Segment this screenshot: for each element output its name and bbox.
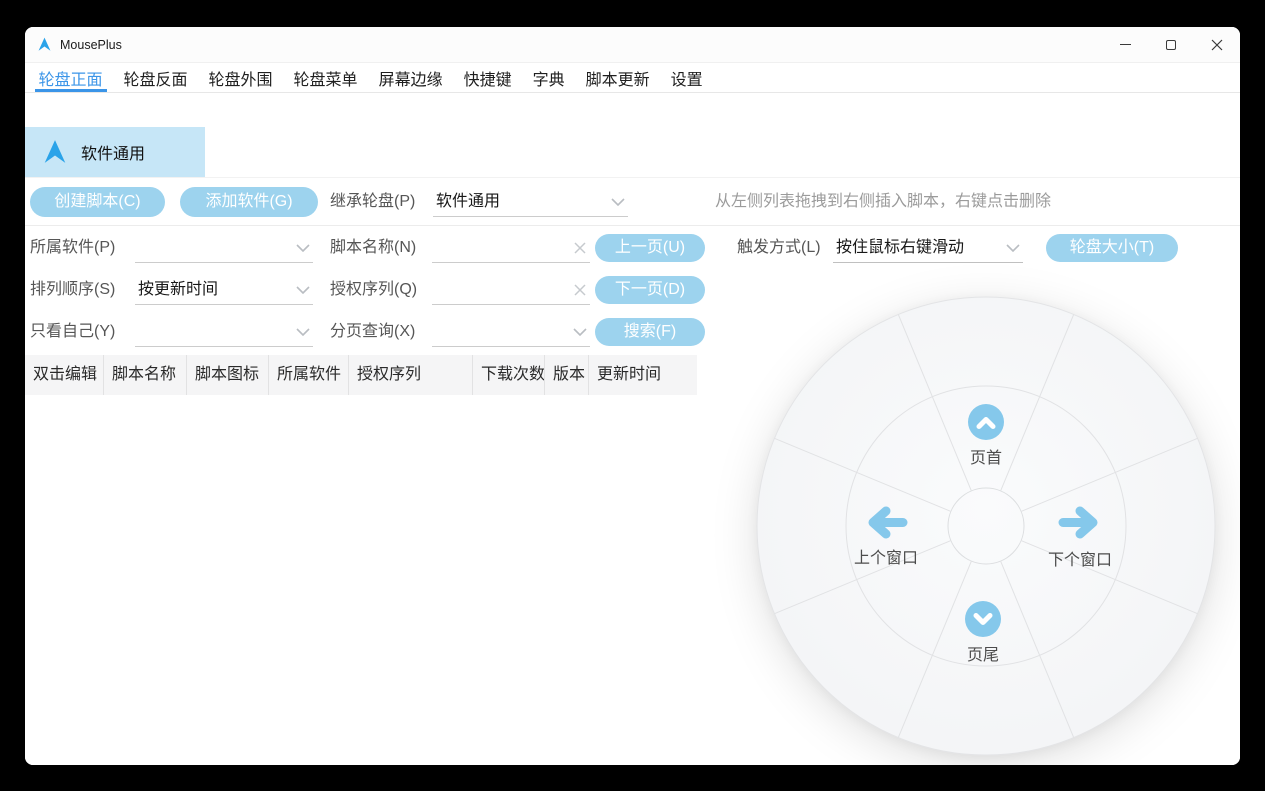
clear-x-icon[interactable] [574, 284, 586, 296]
page-query-label: 分页查询(X) [330, 317, 415, 347]
arrow-right-icon [1058, 504, 1102, 541]
content-area: 软件通用 创建脚本(C) 添加软件(G) 继承轮盘(P) 软件通用 从左侧列表拖… [25, 93, 1240, 765]
window-controls [1102, 27, 1240, 62]
only-mine-select[interactable] [135, 317, 313, 347]
next-page-button[interactable]: 下一页(D) [595, 276, 705, 304]
screen: MousePlus 轮盘正面 轮盘反面 轮盘外围 轮盘菜单 屏幕边缘 快捷键 字… [0, 0, 1265, 791]
main-tab-bar: 轮盘正面 轮盘反面 轮盘外围 轮盘菜单 屏幕边缘 快捷键 字典 脚本更新 设置 [25, 63, 1240, 93]
chevron-down-icon [611, 198, 625, 206]
chevron-down-icon [296, 328, 310, 336]
app-logo-icon [42, 139, 68, 165]
wheel-size-button[interactable]: 轮盘大小(T) [1046, 234, 1178, 262]
window-title: MousePlus [60, 38, 122, 52]
chevron-down-icon [1006, 244, 1020, 252]
wheel-rings [751, 291, 1221, 761]
title-bar: MousePlus [25, 27, 1240, 63]
prev-page-button[interactable]: 上一页(U) [595, 234, 705, 262]
col-owner-software: 所属软件 [269, 355, 349, 395]
trigger-mode-value: 按住鼠标右键滑动 [836, 239, 964, 256]
license-series-input[interactable] [435, 276, 559, 304]
wheel-label-left: 上个窗口 [826, 544, 946, 568]
sort-order-select[interactable]: 按更新时间 [135, 275, 313, 305]
inherit-wheel-select[interactable]: 软件通用 [433, 187, 628, 217]
chevron-up-circle-icon [968, 404, 1004, 440]
tab-hotkeys[interactable]: 快捷键 [460, 63, 516, 92]
tab-wheel-menu[interactable]: 轮盘菜单 [290, 63, 362, 92]
divider [25, 225, 1240, 226]
tab-screen-edge[interactable]: 屏幕边缘 [375, 63, 447, 92]
wheel-label-top: 页首 [926, 444, 1046, 468]
inherit-wheel-label: 继承轮盘(P) [330, 187, 415, 217]
owner-software-select[interactable] [135, 233, 313, 263]
wheel-profile-tab[interactable]: 软件通用 [25, 127, 205, 177]
drag-hint-text: 从左侧列表拖拽到右侧插入脚本，右键点击删除 [715, 187, 1051, 217]
chevron-down-circle-icon [965, 601, 1001, 637]
chevron-down-icon [573, 328, 587, 336]
script-table-header: 双击编辑 脚本名称 脚本图标 所属软件 授权序列 下载次数 版本 更新时间 [25, 355, 697, 395]
close-icon [1211, 39, 1223, 51]
owner-software-label: 所属软件(P) [30, 233, 115, 263]
clear-x-icon[interactable] [574, 242, 586, 254]
maximize-icon [1166, 40, 1176, 50]
script-name-label: 脚本名称(N) [330, 233, 416, 263]
inherit-wheel-value: 软件通用 [436, 193, 500, 210]
tab-wheel-front[interactable]: 轮盘正面 [35, 63, 107, 92]
col-double-click-edit: 双击编辑 [25, 355, 104, 395]
sort-order-value: 按更新时间 [138, 281, 218, 298]
search-button[interactable]: 搜索(F) [595, 318, 705, 346]
chevron-down-icon [296, 244, 310, 252]
col-script-name: 脚本名称 [104, 355, 187, 395]
trigger-mode-label: 触发方式(L) [737, 233, 821, 263]
maximize-button[interactable] [1148, 27, 1194, 62]
sort-order-label: 排列顺序(S) [30, 275, 115, 305]
license-series-field[interactable] [432, 275, 590, 305]
col-license-series: 授权序列 [349, 355, 473, 395]
minimize-button[interactable] [1102, 27, 1148, 62]
close-button[interactable] [1194, 27, 1240, 62]
script-name-field[interactable] [432, 233, 590, 263]
chevron-down-icon [296, 286, 310, 294]
add-software-button[interactable]: 添加软件(G) [180, 187, 318, 217]
col-download-count: 下载次数 [473, 355, 545, 395]
script-name-input[interactable] [435, 234, 559, 262]
wheel-label-bottom: 页尾 [923, 641, 1043, 665]
tab-wheel-outer[interactable]: 轮盘外围 [205, 63, 277, 92]
divider [25, 177, 1240, 178]
trigger-mode-select[interactable]: 按住鼠标右键滑动 [833, 233, 1023, 263]
page-query-select[interactable] [432, 317, 590, 347]
minimize-icon [1120, 44, 1131, 45]
tab-settings[interactable]: 设置 [667, 63, 707, 92]
wheel-preview: 页首 上个窗口 下个窗口 [751, 291, 1221, 761]
app-logo-icon [37, 37, 52, 52]
only-mine-label: 只看自己(Y) [30, 317, 115, 347]
wheel-profile-label: 软件通用 [81, 140, 145, 164]
wheel-label-right: 下个窗口 [1020, 546, 1140, 570]
mouseplus-window: MousePlus 轮盘正面 轮盘反面 轮盘外围 轮盘菜单 屏幕边缘 快捷键 字… [25, 27, 1240, 765]
tab-script-update[interactable]: 脚本更新 [582, 63, 654, 92]
tab-dictionary[interactable]: 字典 [529, 63, 569, 92]
col-script-icon: 脚本图标 [187, 355, 269, 395]
tab-wheel-back[interactable]: 轮盘反面 [120, 63, 192, 92]
create-script-button[interactable]: 创建脚本(C) [30, 187, 165, 217]
col-update-time: 更新时间 [589, 355, 697, 395]
col-version: 版本 [545, 355, 589, 395]
license-series-label: 授权序列(Q) [330, 275, 417, 305]
arrow-left-icon [864, 504, 908, 541]
